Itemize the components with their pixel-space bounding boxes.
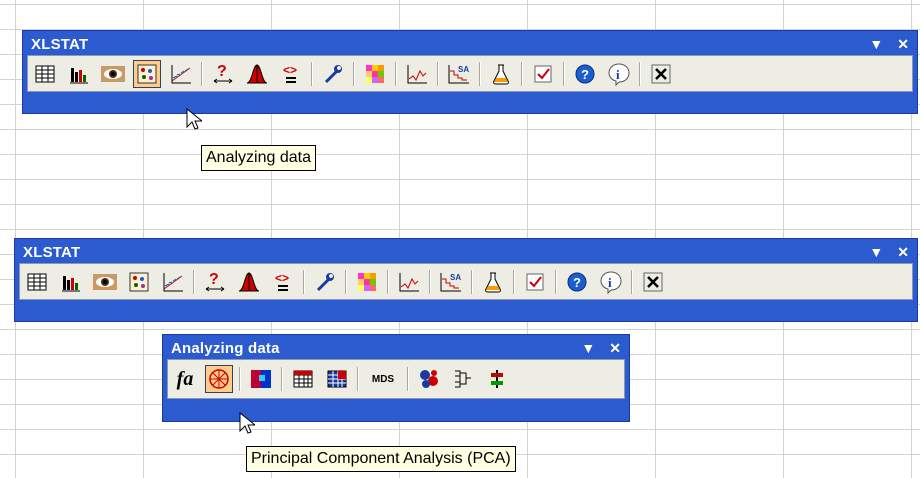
- toolbar-separator: [429, 269, 431, 294]
- xlstat-toolbar: XLSTAT ▼ ✕ ? <> SA? i: [14, 238, 918, 322]
- regression-icon[interactable]: [167, 60, 195, 88]
- close-box-icon[interactable]: [647, 60, 675, 88]
- toolbar-title-bar[interactable]: XLSTAT ▼ ✕: [19, 241, 913, 263]
- help-icon[interactable]: ?: [571, 60, 599, 88]
- discriminant-analysis-icon[interactable]: [247, 365, 275, 393]
- analyzing-data-toolbar: Analyzing data ▼ ✕ fa MDS: [162, 334, 630, 422]
- tools-icon[interactable]: [311, 268, 339, 296]
- toolbar-dropdown-icon[interactable]: ▼: [869, 244, 883, 260]
- toolbar-title: XLSTAT: [23, 243, 81, 261]
- toolbar-title-bar[interactable]: Analyzing data ▼ ✕: [167, 337, 625, 359]
- clustering-icon[interactable]: [415, 365, 443, 393]
- about-icon[interactable]: i: [605, 60, 633, 88]
- toolbar-button-row: ? <> SA ? i: [27, 55, 913, 92]
- toolbar-separator: [521, 61, 523, 86]
- checkbox-icon[interactable]: [529, 60, 557, 88]
- checkbox-icon[interactable]: [521, 268, 549, 296]
- toolbar-separator: [563, 61, 565, 86]
- multiple-correspondence-icon[interactable]: [323, 365, 351, 393]
- survival-analysis-icon[interactable]: SA: [437, 268, 465, 296]
- mouse-cursor-icon: [239, 412, 255, 436]
- svg-text:SA: SA: [458, 65, 469, 74]
- test-icon[interactable]: ?: [201, 268, 229, 296]
- toolbar-button-row: ? <> SA? i: [19, 263, 913, 300]
- close-box-icon[interactable]: [639, 268, 667, 296]
- time-series-icon[interactable]: [403, 60, 431, 88]
- toolbar-close-icon[interactable]: ✕: [609, 340, 621, 357]
- svg-text:?: ?: [217, 63, 227, 80]
- toolbar-separator: [345, 269, 347, 294]
- svg-text:i: i: [608, 275, 612, 290]
- toolbar-close-icon[interactable]: ✕: [897, 36, 909, 53]
- toolbar-separator: [513, 269, 515, 294]
- svg-text:<>: <>: [275, 271, 289, 285]
- xlstat-toolbar: XLSTAT ▼ ✕ ? <> SA ? i: [22, 30, 918, 114]
- toolbar-separator: [303, 269, 305, 294]
- toolbar-separator: [555, 269, 557, 294]
- svg-text:SA: SA: [450, 273, 461, 282]
- toolbar-separator: [357, 367, 359, 391]
- toolbar-separator: [387, 269, 389, 294]
- toolbar-separator: [437, 61, 439, 86]
- toolbar-separator: [239, 367, 241, 391]
- toolbar-dropdown-icon[interactable]: ▼: [581, 340, 595, 356]
- analyzing-data-icon[interactable]: [125, 268, 153, 296]
- tooltip-pca: Principal Component Analysis (PCA): [246, 446, 516, 472]
- data-table-icon[interactable]: [31, 60, 59, 88]
- toolbar-title: Analyzing data: [171, 339, 280, 357]
- normal-distribution-icon[interactable]: [235, 268, 263, 296]
- normal-distribution-icon[interactable]: [243, 60, 271, 88]
- analyzing-data-icon[interactable]: [133, 59, 161, 88]
- toolbar-separator: [631, 269, 633, 294]
- flask-icon[interactable]: [479, 268, 507, 296]
- tools-icon[interactable]: [319, 60, 347, 88]
- toolbar-separator: [311, 61, 313, 86]
- dendrogram-icon[interactable]: [449, 365, 477, 393]
- mouse-cursor-icon: [186, 108, 202, 132]
- factor-analysis-button[interactable]: fa: [171, 365, 199, 393]
- toolbar-separator: [471, 269, 473, 294]
- time-series-icon[interactable]: [395, 268, 423, 296]
- toolbar-separator: [353, 61, 355, 86]
- toolbar-separator: [395, 61, 397, 86]
- flask-icon[interactable]: [487, 60, 515, 88]
- help-icon[interactable]: ?: [563, 268, 591, 296]
- eye-icon[interactable]: [99, 60, 127, 88]
- toolbar-title-bar[interactable]: XLSTAT ▼ ✕: [27, 33, 913, 55]
- svg-text:?: ?: [573, 275, 581, 290]
- test-icon[interactable]: ?: [209, 60, 237, 88]
- toolbar-dropdown-icon[interactable]: ▼: [869, 36, 883, 52]
- kmeans-icon[interactable]: [483, 365, 511, 393]
- toolbar-separator: [193, 269, 195, 294]
- toolbar-separator: [201, 61, 203, 86]
- svg-text:?: ?: [209, 271, 219, 288]
- color-grid-icon[interactable]: [353, 268, 381, 296]
- toolbar-separator: [639, 61, 641, 86]
- toolbar-separator: [479, 61, 481, 86]
- bar-chart-icon[interactable]: [65, 60, 93, 88]
- comparison-icon[interactable]: <>: [269, 268, 297, 296]
- mds-button[interactable]: MDS: [365, 365, 401, 393]
- toolbar-separator: [407, 367, 409, 391]
- tooltip-analyzing-data: Analyzing data: [201, 145, 316, 171]
- toolbar-close-icon[interactable]: ✕: [897, 244, 909, 261]
- data-table-icon[interactable]: [23, 268, 51, 296]
- comparison-icon[interactable]: <>: [277, 60, 305, 88]
- toolbar-separator: [281, 367, 283, 391]
- svg-text:?: ?: [581, 67, 589, 82]
- toolbar-button-row: fa MDS: [167, 359, 625, 399]
- bar-chart-icon[interactable]: [57, 268, 85, 296]
- about-icon[interactable]: i: [597, 268, 625, 296]
- svg-text:<>: <>: [283, 63, 297, 77]
- survival-analysis-icon[interactable]: SA: [445, 60, 473, 88]
- pca-icon[interactable]: [205, 365, 233, 393]
- correspondence-table-icon[interactable]: [289, 365, 317, 393]
- toolbar-title: XLSTAT: [31, 35, 89, 53]
- eye-icon[interactable]: [91, 268, 119, 296]
- svg-text:i: i: [616, 67, 620, 82]
- color-grid-icon[interactable]: [361, 60, 389, 88]
- regression-icon[interactable]: [159, 268, 187, 296]
